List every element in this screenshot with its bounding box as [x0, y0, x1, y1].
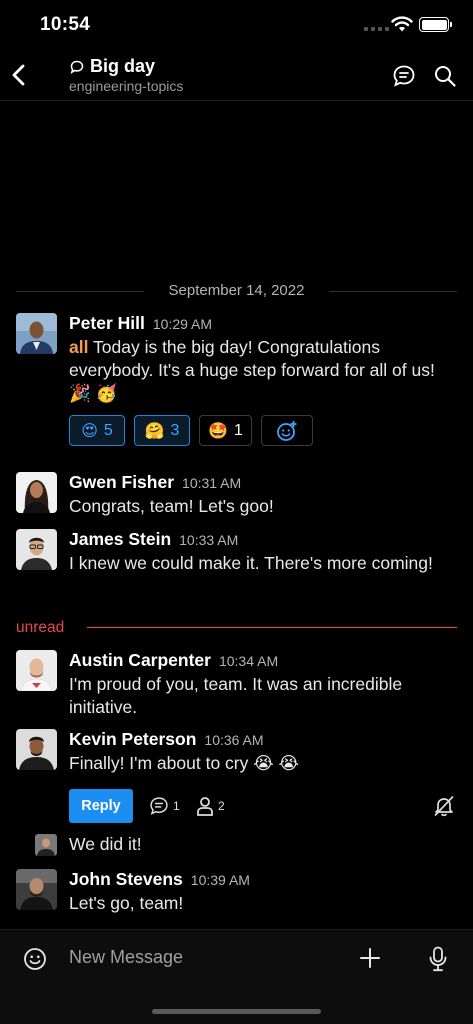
- thread-bubble-icon: [70, 60, 84, 74]
- message-item[interactable]: John Stevens 10:39 AM Let's go, team!: [16, 869, 457, 915]
- author-name[interactable]: James Stein: [69, 529, 171, 550]
- person-icon: [197, 797, 213, 816]
- avatar[interactable]: [16, 313, 57, 354]
- header-title-block[interactable]: Big day engineering-topics: [69, 56, 183, 94]
- page-title: Big day: [90, 56, 156, 76]
- message-item[interactable]: Kevin Peterson 10:36 AM Finally! I'm abo…: [16, 729, 457, 775]
- mention[interactable]: all: [69, 337, 88, 357]
- avatar[interactable]: [35, 834, 57, 856]
- author-name[interactable]: Kevin Peterson: [69, 729, 196, 750]
- reactions-row: 😍 5 🤗 3 🤩 1: [69, 415, 457, 446]
- add-reaction-button[interactable]: [261, 415, 313, 446]
- date-divider-label: September 14, 2022: [154, 282, 319, 299]
- message-time: 10:34 AM: [218, 653, 279, 669]
- message-text: Congrats, team! Let's goo!: [69, 496, 274, 516]
- message-text: Let's go, team!: [69, 893, 184, 913]
- author-name[interactable]: Gwen Fisher: [69, 472, 174, 493]
- back-arrow-icon[interactable]: [8, 60, 30, 90]
- add-reaction-icon: [277, 420, 297, 441]
- message-time: 10:33 AM: [179, 532, 239, 548]
- emoji-icon[interactable]: [23, 947, 47, 971]
- author-name[interactable]: John Stevens: [69, 869, 183, 890]
- message-text: I'm proud of you, team. It was an incred…: [69, 674, 403, 717]
- message-time: 10:29 AM: [152, 316, 213, 332]
- reaction-star-struck[interactable]: 🤩 1: [199, 415, 252, 446]
- author-name[interactable]: Peter Hill: [69, 313, 145, 334]
- unread-label: unread: [16, 619, 65, 636]
- search-icon[interactable]: [433, 64, 457, 88]
- channel-header: Big day engineering-topics: [0, 52, 473, 101]
- message-input[interactable]: New Message: [69, 947, 183, 968]
- status-time: 10:54: [40, 14, 91, 35]
- message-text: Finally! I'm about to cry 😭 😭: [69, 753, 299, 773]
- avatar[interactable]: [16, 472, 57, 513]
- threads-icon[interactable]: [392, 64, 416, 88]
- replies-icon: [150, 797, 168, 815]
- reaction-heart-eyes[interactable]: 😍 5: [69, 415, 125, 446]
- follower-count[interactable]: 2: [196, 796, 225, 816]
- battery-icon: [419, 17, 452, 32]
- home-indicator: [152, 1009, 321, 1014]
- avatar[interactable]: [16, 869, 57, 910]
- avatar[interactable]: [16, 650, 57, 691]
- avatar[interactable]: [16, 529, 57, 570]
- status-bar: 10:54: [0, 0, 473, 52]
- author-name[interactable]: Austin Carpenter: [69, 650, 211, 671]
- reply-button[interactable]: Reply: [69, 789, 133, 823]
- message-item[interactable]: Austin Carpenter 10:34 AM I'm proud of y…: [16, 650, 457, 719]
- message-time: 10:36 AM: [204, 732, 264, 748]
- date-divider: September 14, 2022: [16, 280, 457, 302]
- plus-icon[interactable]: [359, 947, 381, 969]
- message-text: all Today is the big day! Congratulation…: [69, 337, 435, 403]
- message-text: We did it!: [69, 834, 142, 854]
- cellular-signal-icon: [364, 27, 389, 31]
- wifi-icon: [391, 16, 413, 32]
- thread-footer: Reply 1 2: [69, 789, 457, 823]
- avatar[interactable]: [16, 729, 57, 770]
- unread-divider: unread: [16, 618, 457, 638]
- message-item[interactable]: James Stein 10:33 AM I knew we could mak…: [16, 529, 457, 575]
- notification-off-icon[interactable]: [433, 795, 455, 817]
- message-time: 10:39 AM: [190, 872, 250, 888]
- reply-count[interactable]: 1: [149, 796, 180, 816]
- reaction-hugging[interactable]: 🤗 3: [134, 415, 190, 446]
- message-item[interactable]: Gwen Fisher 10:31 AM Congrats, team! Let…: [16, 472, 457, 518]
- channel-name: engineering-topics: [69, 78, 184, 94]
- message-time: 10:31 AM: [182, 475, 242, 491]
- message-text: I knew we could make it. There's more co…: [69, 553, 433, 573]
- message-item[interactable]: Peter Hill 10:29 AM all Today is the big…: [16, 313, 457, 446]
- microphone-icon[interactable]: [428, 946, 448, 972]
- thread-reply-preview[interactable]: We did it!: [35, 832, 455, 858]
